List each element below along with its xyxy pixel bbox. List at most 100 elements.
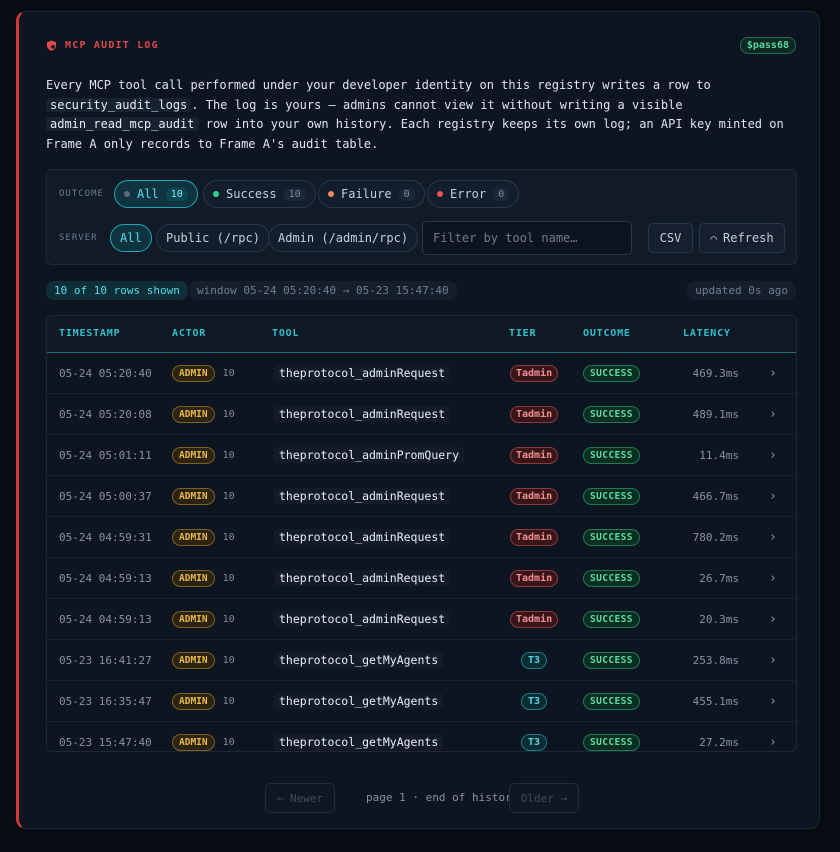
card-header: MCP AUDIT LOG	[46, 40, 159, 51]
row-actor: ADMIN 10	[172, 681, 235, 721]
chip-label: Error	[450, 187, 487, 201]
refresh-icon: ⌒	[710, 231, 718, 245]
chip-count: 10	[283, 187, 306, 201]
row-outcome: SUCCESS	[583, 558, 640, 598]
col-outcome: OUTCOME	[583, 328, 631, 339]
server-chip-public[interactable]: Public (/rpc)	[156, 224, 270, 252]
row-timestamp: 05-24 04:59:13	[59, 612, 152, 626]
actor-id: 10	[222, 695, 235, 707]
row-latency: 26.7ms	[699, 571, 739, 585]
actor-badge: ADMIN	[172, 692, 215, 710]
row-actor: ADMIN 10	[172, 353, 235, 393]
server-chip-all[interactable]: All	[110, 224, 152, 252]
actor-badge: ADMIN	[172, 446, 215, 464]
table-row[interactable]: 05-24 04:59:31 ADMIN 10 theprotocol_admi…	[47, 517, 796, 558]
col-latency: LATENCY	[683, 328, 731, 339]
outcome-chip-failure[interactable]: Failure 0	[318, 180, 425, 208]
row-tier: T3	[521, 722, 548, 751]
row-tier: T3	[521, 681, 548, 721]
col-tier: TIER	[509, 328, 537, 339]
tool-filter-input[interactable]	[422, 221, 632, 255]
table-row[interactable]: 05-24 04:59:13 ADMIN 10 theprotocol_admi…	[47, 558, 796, 599]
chip-label: Failure	[341, 187, 392, 201]
chevron-right-icon[interactable]: ›	[769, 476, 777, 516]
row-tool: theprotocol_adminPromQuery	[274, 435, 465, 475]
col-timestamp: TIMESTAMP	[59, 328, 121, 339]
chevron-right-icon[interactable]: ›	[769, 681, 777, 721]
table-row[interactable]: 05-24 05:01:11 ADMIN 10 theprotocol_admi…	[47, 435, 796, 476]
audit-table: TIMESTAMP ACTOR TOOL TIER OUTCOME LATENC…	[46, 315, 797, 752]
row-latency: 27.2ms	[699, 735, 739, 749]
row-latency: 469.3ms	[692, 366, 739, 380]
row-timestamp: 05-24 05:00:37	[59, 489, 152, 503]
newer-button[interactable]: ← Newer	[265, 783, 335, 813]
row-latency: 20.3ms	[699, 612, 739, 626]
outcome-badge: SUCCESS	[583, 405, 640, 423]
row-actor: ADMIN 10	[172, 558, 235, 598]
window-pill: window 05-24 05:20:40 → 05-23 15:47:40	[189, 281, 457, 300]
table-row[interactable]: 05-24 04:59:13 ADMIN 10 theprotocol_admi…	[47, 599, 796, 640]
row-timestamp: 05-24 05:20:08	[59, 407, 152, 421]
actor-id: 10	[222, 736, 235, 748]
outcome-badge: SUCCESS	[583, 446, 640, 464]
row-outcome: SUCCESS	[583, 435, 640, 475]
chevron-right-icon[interactable]: ›	[769, 435, 777, 475]
description-text: . The log is yours — admins cannot view …	[191, 97, 683, 112]
server-chip-admin[interactable]: Admin (/admin/rpc)	[268, 224, 419, 252]
row-tier: Tadmin	[510, 394, 559, 434]
tier-badge: Tadmin	[510, 569, 559, 587]
table-row[interactable]: 05-24 05:00:37 ADMIN 10 theprotocol_admi…	[47, 476, 796, 517]
table-row[interactable]: 05-24 05:20:40 ADMIN 10 theprotocol_admi…	[47, 353, 796, 394]
table-row[interactable]: 05-23 16:41:27 ADMIN 10 theprotocol_getM…	[47, 640, 796, 681]
refresh-button[interactable]: ⌒ Refresh	[699, 223, 785, 253]
older-button-label: Older →	[520, 791, 568, 805]
row-tool: theprotocol_getMyAgents	[274, 681, 444, 721]
outcome-badge: SUCCESS	[583, 692, 640, 710]
row-latency: 780.2ms	[692, 530, 739, 544]
chevron-right-icon[interactable]: ›	[769, 599, 777, 639]
tier-badge: Tadmin	[510, 405, 559, 423]
csv-button[interactable]: CSV	[648, 223, 693, 253]
server-label: SERVER	[59, 233, 98, 243]
code-security-audit-logs: security_audit_logs	[46, 97, 192, 112]
row-actor: ADMIN 10	[172, 599, 235, 639]
row-timestamp: 05-24 04:59:31	[59, 530, 152, 544]
tool-name: theprotocol_adminRequest	[274, 406, 451, 422]
tier-badge: Tadmin	[510, 364, 559, 382]
chevron-right-icon[interactable]: ›	[769, 517, 777, 557]
newer-button-label: ← Newer	[276, 791, 324, 805]
row-latency: 489.1ms	[692, 407, 739, 421]
older-button[interactable]: Older →	[509, 783, 579, 813]
outcome-badge: SUCCESS	[583, 733, 640, 751]
chevron-right-icon[interactable]: ›	[769, 722, 777, 751]
outcome-chip-error[interactable]: Error 0	[427, 180, 520, 208]
row-timestamp: 05-24 04:59:13	[59, 571, 152, 585]
row-tool: theprotocol_adminRequest	[274, 599, 451, 639]
refresh-button-label: Refresh	[723, 231, 774, 245]
pass-badge: $pass68	[739, 37, 796, 54]
csv-button-label: CSV	[659, 231, 682, 245]
outcome-badge: SUCCESS	[583, 569, 640, 587]
table-row[interactable]: 05-23 16:35:47 ADMIN 10 theprotocol_getM…	[47, 681, 796, 722]
chevron-right-icon[interactable]: ›	[769, 353, 777, 393]
chip-label: All	[120, 231, 142, 245]
table-row[interactable]: 05-24 05:20:08 ADMIN 10 theprotocol_admi…	[47, 394, 796, 435]
tool-name: theprotocol_getMyAgents	[274, 693, 444, 709]
tier-badge: Tadmin	[510, 610, 559, 628]
row-outcome: SUCCESS	[583, 681, 640, 721]
chevron-right-icon[interactable]: ›	[769, 394, 777, 434]
row-latency: 253.8ms	[692, 653, 739, 667]
row-tool: theprotocol_adminRequest	[274, 558, 451, 598]
actor-badge: ADMIN	[172, 569, 215, 587]
row-tier: Tadmin	[510, 517, 559, 557]
outcome-badge: SUCCESS	[583, 610, 640, 628]
table-row[interactable]: 05-23 15:47:40 ADMIN 10 theprotocol_getM…	[47, 722, 796, 751]
chevron-right-icon[interactable]: ›	[769, 640, 777, 680]
description-text: Every MCP tool call performed under your…	[46, 78, 711, 92]
dot-icon	[124, 191, 130, 197]
outcome-chip-success[interactable]: Success 10	[203, 180, 316, 208]
outcome-chip-all[interactable]: All 10	[114, 180, 198, 208]
tool-name: theprotocol_adminRequest	[274, 611, 451, 627]
chevron-right-icon[interactable]: ›	[769, 558, 777, 598]
row-actor: ADMIN 10	[172, 435, 235, 475]
